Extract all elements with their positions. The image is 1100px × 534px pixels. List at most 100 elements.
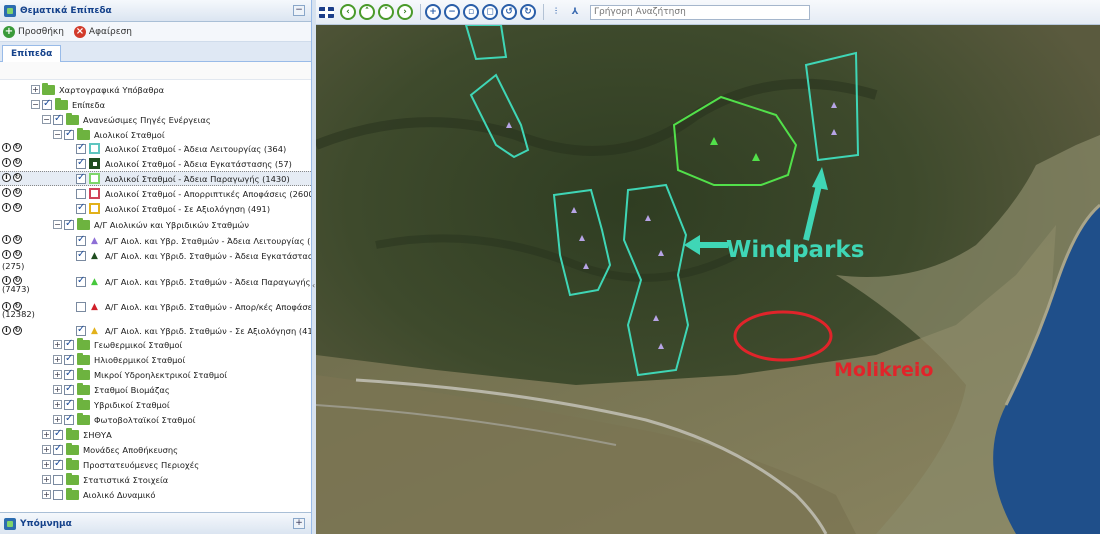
tree-node-photovoltaic[interactable]: + Φωτοβολταϊκοί Σταθμοί xyxy=(0,412,311,427)
tree-node-biomass[interactable]: + Σταθμοί Βιομάζας xyxy=(0,382,311,397)
layer-checkbox[interactable] xyxy=(53,443,63,455)
layer-checkbox[interactable] xyxy=(64,413,74,425)
layer-checkbox[interactable] xyxy=(64,338,74,350)
refresh-icon[interactable]: ↻ xyxy=(13,173,22,182)
expand-toggle[interactable]: + xyxy=(53,340,62,349)
square-symbol-icon xyxy=(89,203,100,214)
tree-leaf-wind-rejected[interactable]: Αιολικοί Σταθμοί - Απορριπτικές Αποφάσει… xyxy=(0,186,311,201)
collapse-toggle[interactable]: − xyxy=(31,100,40,109)
expand-toggle[interactable]: + xyxy=(53,355,62,364)
layer-checkbox[interactable] xyxy=(64,128,74,140)
expand-toggle[interactable]: + xyxy=(42,460,51,469)
layer-checkbox[interactable] xyxy=(53,489,63,500)
layer-checkbox[interactable] xyxy=(42,98,52,110)
layer-checkbox[interactable] xyxy=(64,398,74,410)
map-layers-icon xyxy=(4,4,16,17)
network-icon[interactable]: ⅄ xyxy=(567,4,583,20)
folder-icon xyxy=(66,112,79,125)
layer-checkbox[interactable] xyxy=(64,218,74,230)
tree-label: Αιολικοί Σταθμοί - Άδεια Λειτουργίας (36… xyxy=(105,143,287,154)
tree-node-wind-potential[interactable]: + Αιολικό Δυναμικό xyxy=(0,487,311,502)
tree-node-statistics[interactable]: + Στατιστικά Στοιχεία xyxy=(0,472,311,487)
collapse-toggle[interactable]: − xyxy=(53,220,62,229)
layer-checkbox[interactable] xyxy=(53,474,63,485)
info-icon[interactable]: i xyxy=(2,173,11,182)
quick-search-input[interactable] xyxy=(590,4,810,20)
layer-checkbox[interactable] xyxy=(76,324,86,336)
tree-node-sithya[interactable]: + ΣΗΘΥΑ xyxy=(0,427,311,442)
layer-checkbox[interactable] xyxy=(53,113,63,125)
remove-layer-button[interactable]: × Αφαίρεση xyxy=(73,25,132,38)
tree-node-hybrid[interactable]: − Α/Γ Αιολικών και Υβριδικών Σταθμών xyxy=(0,217,311,232)
expand-legend-button[interactable]: + xyxy=(293,518,305,529)
layer-checkbox[interactable] xyxy=(64,368,74,380)
tree-node-protected-areas[interactable]: + Προστατευόμενες Περιοχές xyxy=(0,457,311,472)
tree-leaf-hybrid-evaluation[interactable]: ▲ Α/Γ Αιολ. και Υβριδ. Σταθμών - Σε Αξιο… xyxy=(0,323,311,338)
tree-node-small-hydro[interactable]: + Μικροί Υδροηλεκτρικοί Σταθμοί xyxy=(0,367,311,382)
expand-toggle[interactable]: + xyxy=(42,475,51,484)
tree-node-hybrid-stations[interactable]: + Υβριδικοί Σταθμοί xyxy=(0,397,311,412)
layer-checkbox[interactable] xyxy=(76,202,86,214)
tree-label: Αιολικοί Σταθμοί - Άδεια Παραγωγής (1430… xyxy=(105,173,290,184)
layer-checkbox[interactable] xyxy=(76,301,86,312)
expand-toggle[interactable]: + xyxy=(53,400,62,409)
zoom-out-button[interactable]: − xyxy=(444,4,460,20)
layer-checkbox[interactable] xyxy=(64,383,74,395)
layer-checkbox[interactable] xyxy=(76,157,86,169)
tree-leaf-hybrid-installation[interactable]: ▲ Α/Γ Αιολ. και Υβριδ. Σταθμών - Άδεια Ε… xyxy=(0,248,311,263)
pan-right-button[interactable]: › xyxy=(397,4,413,20)
expand-toggle[interactable]: + xyxy=(53,385,62,394)
zoom-in-button[interactable]: + xyxy=(425,4,441,20)
expand-toggle[interactable]: + xyxy=(53,415,62,424)
pan-up-button[interactable]: ˄ xyxy=(359,4,375,20)
tree-leaf-wind-production[interactable]: Αιολικοί Σταθμοί - Άδεια Παραγωγής (1430… xyxy=(0,171,311,186)
tree-leaf-wind-evaluation[interactable]: Αιολικοί Σταθμοί - Σε Αξιολόγηση (491) xyxy=(0,201,311,216)
zoom-box-button[interactable]: ▫ xyxy=(463,4,479,20)
tree-leaf-hybrid-production[interactable]: ▲ Α/Γ Αιολ. και Υβριδ. Σταθμών - Άδεια Π… xyxy=(0,274,311,289)
layer-checkbox[interactable] xyxy=(76,275,86,287)
layer-checkbox[interactable] xyxy=(64,353,74,365)
tree-node-layers[interactable]: − Επίπεδα xyxy=(0,97,311,112)
expand-toggle[interactable]: + xyxy=(42,430,51,439)
tree-node-renewables[interactable]: − Ανανεώσιμες Πηγές Ενέργειας xyxy=(0,112,311,127)
satellite-map-canvas[interactable]: Windparks Molikreio xyxy=(316,25,1100,534)
layer-checkbox[interactable] xyxy=(76,249,86,261)
measure-icon[interactable]: ⫶ xyxy=(548,4,564,20)
tree-node-storage[interactable]: + Μονάδες Αποθήκευσης xyxy=(0,442,311,457)
tab-layers[interactable]: Επίπεδα xyxy=(2,45,62,62)
zoom-previous-button[interactable]: ↺ xyxy=(501,4,517,20)
tree-node-solar-thermal[interactable]: + Ηλιοθερμικοί Σταθμοί xyxy=(0,352,311,367)
tree-leaf-wind-operation[interactable]: Αιολικοί Σταθμοί - Άδεια Λειτουργίας (36… xyxy=(0,141,311,156)
tree-leaf-hybrid-rejected[interactable]: ▲ Α/Γ Αιολ. και Υβριδ. Σταθμών - Απορ/κέ… xyxy=(0,299,311,314)
tree-leaf-wind-installation[interactable]: Αιολικοί Σταθμοί - Άδεια Εγκατάστασης (5… xyxy=(0,156,311,171)
layer-checkbox[interactable] xyxy=(76,142,86,154)
tree-leaf-hybrid-operation[interactable]: ▲ Α/Γ Αιολ. και Υβρ. Σταθμών - Άδεια Λει… xyxy=(0,233,311,248)
add-layer-button[interactable]: + Προσθήκη xyxy=(3,25,64,38)
tree-node-geothermal[interactable]: + Γεωθερμικοί Σταθμοί xyxy=(0,337,311,352)
layer-checkbox[interactable] xyxy=(76,234,86,246)
layer-checkbox[interactable] xyxy=(76,172,86,184)
collapse-toggle[interactable]: − xyxy=(53,130,62,139)
map-toolbar: ‹ ˄ ˅ › + − ▫ ◻ ↺ ↻ ⫶ ⅄ xyxy=(316,0,1100,25)
expand-toggle[interactable]: + xyxy=(42,445,51,454)
tree-node-wind[interactable]: − Αιολικοί Σταθμοί xyxy=(0,127,311,142)
collapse-panel-button[interactable]: − xyxy=(293,5,305,16)
zoom-next-button[interactable]: ↻ xyxy=(520,4,536,20)
collapse-toggle[interactable]: − xyxy=(42,115,51,124)
pan-left-button[interactable]: ‹ xyxy=(340,4,356,20)
expand-toggle[interactable]: + xyxy=(31,85,40,94)
pan-down-button[interactable]: ˅ xyxy=(378,4,394,20)
tree-label: Υβριδικοί Σταθμοί xyxy=(94,399,170,410)
tree-node-basemaps[interactable]: + Χαρτογραφικά Υπόβαθρα xyxy=(0,82,311,97)
expand-toggle[interactable]: + xyxy=(42,490,51,499)
layer-checkbox[interactable] xyxy=(53,458,63,470)
map-view[interactable]: ‹ ˄ ˅ › + − ▫ ◻ ↺ ↻ ⫶ ⅄ Γρήγορη Αναζήτησ… xyxy=(316,0,1100,534)
layer-checkbox[interactable] xyxy=(53,428,63,440)
legend-panel-header[interactable]: Υπόμνημα + xyxy=(0,512,311,534)
folder-icon xyxy=(42,82,55,95)
tree-label: Ανανεώσιμες Πηγές Ενέργειας xyxy=(83,114,211,125)
language-flag-icon[interactable] xyxy=(319,6,334,18)
layer-checkbox[interactable] xyxy=(76,188,86,199)
zoom-full-extent-button[interactable]: ◻ xyxy=(482,4,498,20)
expand-toggle[interactable]: + xyxy=(53,370,62,379)
